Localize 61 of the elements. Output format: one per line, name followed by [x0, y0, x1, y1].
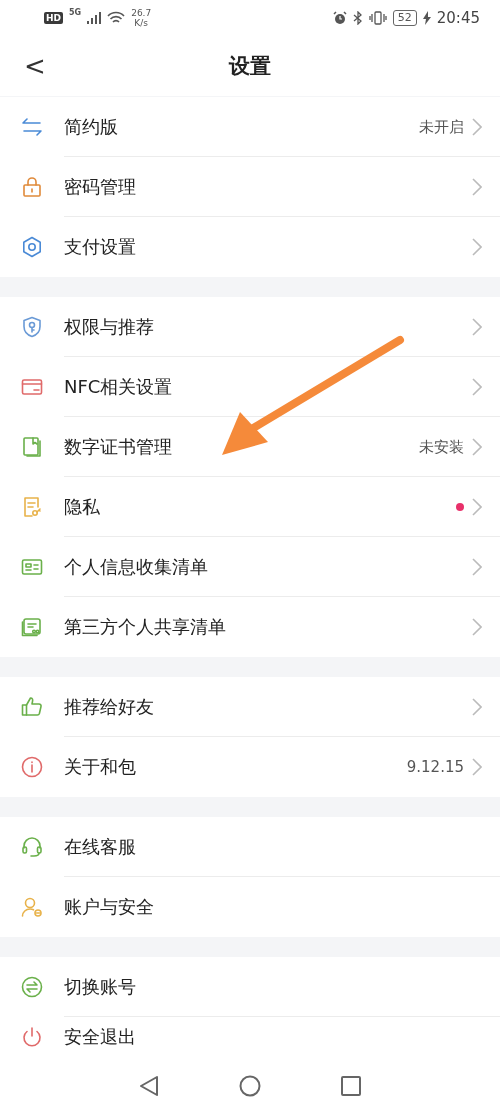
settings-row[interactable]: NFC相关设置 — [0, 357, 500, 417]
vibrate-icon — [368, 11, 387, 25]
info-icon — [20, 755, 44, 779]
recents-icon[interactable] — [341, 1076, 361, 1096]
settings-row[interactable]: 支付设置 — [0, 217, 500, 277]
alarm-icon — [332, 11, 347, 25]
row-label: 支付设置 — [64, 235, 137, 259]
back-icon[interactable] — [139, 1075, 159, 1097]
settings-row[interactable]: 权限与推荐 — [0, 297, 500, 357]
swap-arrows-icon — [20, 115, 44, 139]
row-label: 个人信息收集清单 — [64, 555, 209, 579]
network-speed: 26.7 K/s — [131, 8, 152, 28]
shield-key-icon — [20, 315, 44, 339]
switch-arrows-icon — [20, 975, 44, 999]
signal-icon — [87, 12, 102, 24]
home-icon[interactable] — [239, 1075, 261, 1097]
row-label: 账户与安全 — [64, 895, 155, 919]
thumbs-up-icon — [20, 695, 44, 719]
settings-row[interactable]: 密码管理 — [0, 157, 500, 217]
row-label: 权限与推荐 — [64, 315, 155, 339]
clock: 20:45 — [436, 9, 480, 27]
network-type: 5G — [69, 8, 82, 17]
settings-row[interactable]: 简约版 未开启 — [0, 97, 500, 157]
settings-row[interactable]: 隐私 — [0, 477, 500, 537]
row-value: 9.12.15 — [406, 758, 464, 776]
wifi-icon — [107, 11, 126, 25]
power-icon — [20, 1025, 44, 1049]
row-label: 数字证书管理 — [64, 435, 173, 459]
settings-row[interactable]: 推荐给好友 — [0, 677, 500, 737]
shared-list-icon — [20, 615, 44, 639]
settings-row[interactable]: 个人信息收集清单 — [0, 537, 500, 597]
charging-icon — [422, 11, 431, 25]
row-label: 第三方个人共享清单 — [64, 615, 227, 639]
back-button[interactable]: < — [20, 51, 50, 81]
settings-row[interactable]: 安全退出 — [0, 1017, 500, 1067]
hd-badge: HD — [44, 12, 63, 24]
row-label: 简约版 — [64, 115, 119, 139]
row-label: 关于和包 — [64, 755, 137, 779]
settings-row[interactable]: 第三方个人共享清单 — [0, 597, 500, 657]
battery-level: 52 — [392, 10, 417, 26]
row-label: 推荐给好友 — [64, 695, 155, 719]
settings-row[interactable]: 账户与安全 — [0, 877, 500, 937]
row-label: 切换账号 — [64, 975, 137, 999]
document-icon — [20, 435, 44, 459]
settings-row[interactable]: 数字证书管理 未安装 — [0, 417, 500, 477]
row-value: 未开启 — [419, 117, 464, 137]
lock-icon — [20, 175, 44, 199]
row-label: 隐私 — [64, 495, 101, 519]
user-icon — [20, 895, 44, 919]
settings-icon — [20, 235, 44, 259]
row-label: NFC相关设置 — [64, 375, 174, 399]
row-value: 未安装 — [419, 437, 464, 457]
headset-icon — [20, 835, 44, 859]
bluetooth-icon — [352, 11, 363, 25]
row-label: 在线客服 — [64, 835, 137, 859]
row-label: 安全退出 — [64, 1025, 137, 1049]
settings-row[interactable]: 切换账号 — [0, 957, 500, 1017]
row-label: 密码管理 — [64, 175, 137, 199]
settings-row[interactable]: 在线客服 — [0, 817, 500, 877]
page-title: 设置 — [229, 54, 271, 78]
settings-row[interactable]: 关于和包 9.12.15 — [0, 737, 500, 797]
